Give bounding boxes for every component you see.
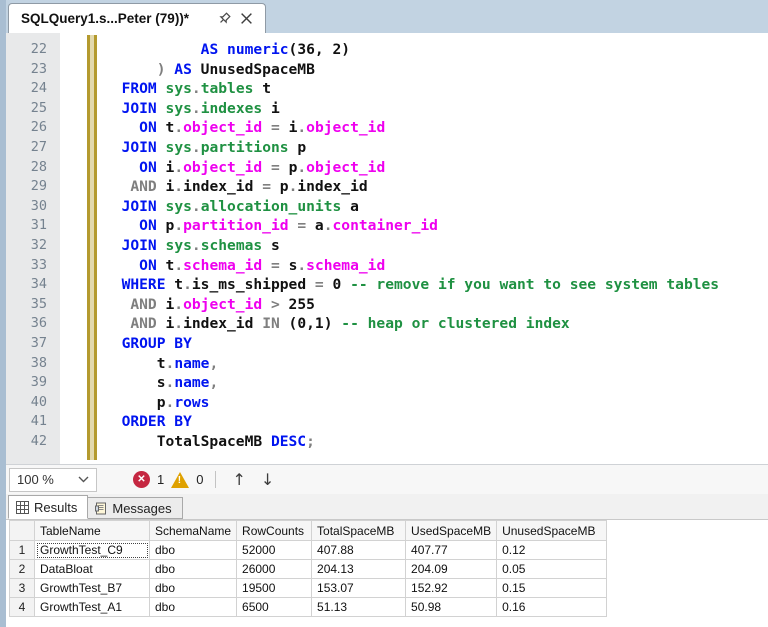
code-line: AS numeric(36, 2) [6,40,768,60]
next-issue-button[interactable]: ↓ [257,470,278,489]
grid-row-header[interactable]: 3 [10,579,35,598]
code-line: p.rows [6,393,768,413]
editor-tab[interactable]: SQLQuery1.s...Peter (79))* [8,3,266,33]
code-line: AND i.index_id IN (0,1) -- heap or clust… [6,314,768,334]
code-line: ) AS UnusedSpaceMB [6,60,768,80]
grid-cell[interactable]: DataBloat [35,560,150,579]
code-line: TotalSpaceMB DESC; [6,432,768,452]
grid-cell[interactable]: GrowthTest_C9 [35,541,150,560]
code-line: JOIN sys.indexes i [6,99,768,119]
zoom-value: 100 % [17,472,78,487]
grid-cell[interactable]: 152.92 [406,579,497,598]
grid-cell[interactable]: dbo [150,579,237,598]
warning-icon[interactable]: ! [171,472,189,488]
code-line: AND i.index_id = p.index_id [6,177,768,197]
warning-glyph: ! [178,475,181,486]
window-edge-strip [0,0,6,627]
code-line: AND i.object_id > 255 [6,295,768,315]
grid-corner-cell[interactable] [10,521,35,541]
code-line: ON p.partition_id = a.container_id [6,216,768,236]
grid-row-header[interactable]: 1 [10,541,35,560]
error-icon[interactable]: ✕ [133,471,150,488]
editor-status-bar: 100 % ✕ 1 ! 0 ↑ ↓ [6,464,768,494]
code-line: s.name, [6,373,768,393]
grid-column-header[interactable]: TotalSpaceMB [312,521,406,541]
document-tab-bar: SQLQuery1.s...Peter (79))* [6,0,768,33]
chevron-down-icon [78,476,89,483]
grid-cell[interactable]: dbo [150,560,237,579]
error-glyph: ✕ [137,474,145,485]
code-lines: AS numeric(36, 2) ) AS UnusedSpaceMB FRO… [6,33,768,451]
grid-cell[interactable]: 407.77 [406,541,497,560]
zoom-dropdown[interactable]: 100 % [9,468,97,492]
code-line: ON i.object_id = p.object_id [6,158,768,178]
grid-cell[interactable]: 52000 [237,541,312,560]
grid-cell[interactable]: 204.13 [312,560,406,579]
health-indicator: ✕ 1 ! 0 ↑ ↓ [133,470,278,489]
code-line: JOIN sys.allocation_units a [6,197,768,217]
grid-row-header[interactable]: 4 [10,598,35,617]
grid-cell[interactable]: GrowthTest_B7 [35,579,150,598]
results-grid-icon [16,501,29,514]
grid-cell[interactable]: 204.09 [406,560,497,579]
code-line: JOIN sys.schemas s [6,236,768,256]
code-line: ON t.schema_id = s.schema_id [6,256,768,276]
grid-cell[interactable]: 19500 [237,579,312,598]
code-line: ORDER BY [6,412,768,432]
tab-results[interactable]: Results [8,495,88,519]
previous-issue-button[interactable]: ↑ [228,470,249,489]
grid-cell[interactable]: 0.12 [497,541,607,560]
results-grid: TableNameSchemaNameRowCountsTotalSpaceMB… [9,520,607,617]
grid-cell[interactable]: dbo [150,541,237,560]
grid-cell[interactable]: 50.98 [406,598,497,617]
grid-column-header[interactable]: UnusedSpaceMB [497,521,607,541]
grid-cell[interactable]: 26000 [237,560,312,579]
code-line: GROUP BY [6,334,768,354]
grid-body: 1GrowthTest_C9dbo52000407.88407.770.122D… [10,541,607,617]
table-row: 1GrowthTest_C9dbo52000407.88407.770.12 [10,541,607,560]
grid-column-header[interactable]: RowCounts [237,521,312,541]
grid-cell[interactable]: 0.15 [497,579,607,598]
close-icon[interactable] [235,8,257,30]
grid-column-header[interactable]: TableName [35,521,150,541]
results-grid-pane: TableNameSchemaNameRowCountsTotalSpaceMB… [6,520,768,627]
tab-results-label: Results [34,500,77,515]
editor-tab-title: SQLQuery1.s...Peter (79))* [21,11,213,26]
warning-count: 0 [196,472,203,487]
error-count: 1 [157,472,164,487]
code-line: JOIN sys.partitions p [6,138,768,158]
table-row: 4GrowthTest_A1dbo650051.1350.980.16 [10,598,607,617]
grid-cell[interactable]: dbo [150,598,237,617]
code-line: WHERE t.is_ms_shipped = 0 -- remove if y… [6,275,768,295]
messages-icon [95,502,107,515]
grid-cell[interactable]: 0.05 [497,560,607,579]
grid-column-header[interactable]: UsedSpaceMB [406,521,497,541]
separator [215,471,216,488]
table-row: 2DataBloatdbo26000204.13204.090.05 [10,560,607,579]
code-line: FROM sys.tables t [6,79,768,99]
grid-cell[interactable]: 153.07 [312,579,406,598]
grid-header-row: TableNameSchemaNameRowCountsTotalSpaceMB… [10,521,607,541]
code-editor[interactable]: 2223242526272829303132333435363738394041… [6,33,768,464]
results-pane-tabs: Results Messages [6,494,768,520]
grid-cell[interactable]: 407.88 [312,541,406,560]
grid-row-header[interactable]: 2 [10,560,35,579]
grid-cell[interactable]: GrowthTest_A1 [35,598,150,617]
pin-icon[interactable] [213,8,235,30]
tab-messages[interactable]: Messages [88,497,182,519]
code-line: ON t.object_id = i.object_id [6,118,768,138]
grid-cell[interactable]: 6500 [237,598,312,617]
grid-column-header[interactable]: SchemaName [150,521,237,541]
table-row: 3GrowthTest_B7dbo19500153.07152.920.15 [10,579,607,598]
tab-messages-label: Messages [112,501,171,516]
grid-cell[interactable]: 0.16 [497,598,607,617]
grid-cell[interactable]: 51.13 [312,598,406,617]
code-line: t.name, [6,354,768,374]
